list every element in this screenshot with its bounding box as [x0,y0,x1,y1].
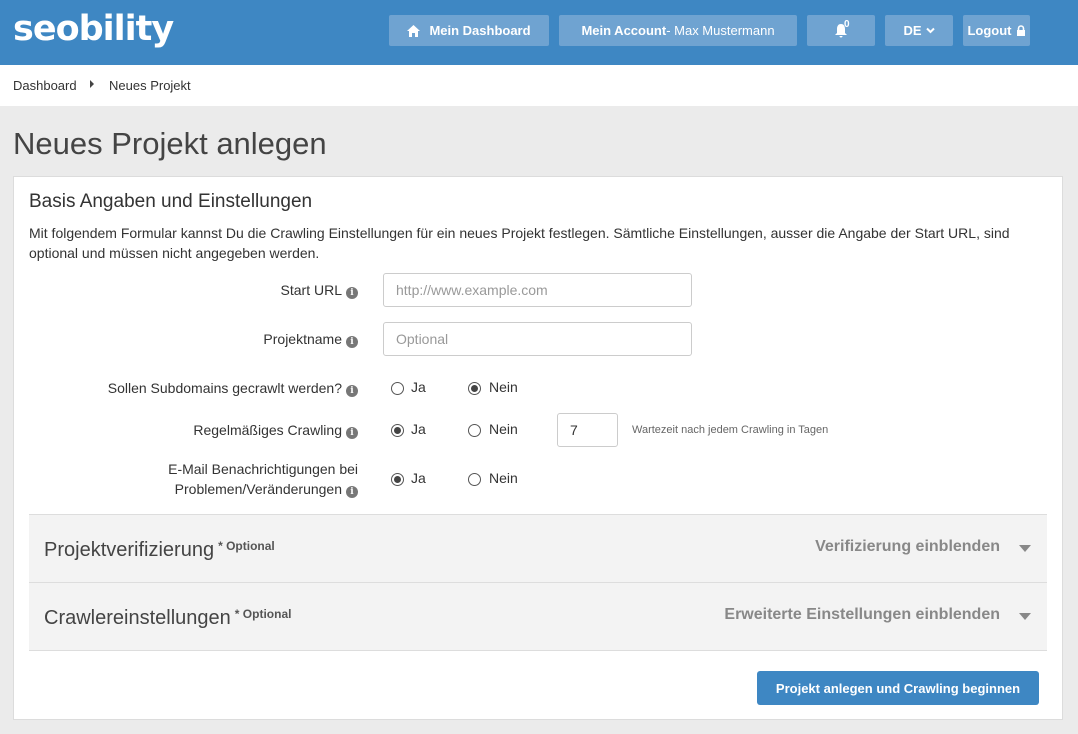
regular-crawling-no-radio[interactable] [468,424,481,437]
section-title: Basis Angaben und Einstellungen [29,191,313,212]
email-notifications-yes-label[interactable]: Ja [411,470,426,486]
regular-crawling-yes-label[interactable]: Ja [411,421,426,437]
dashboard-button-label: Mein Dashboard [429,23,531,38]
caret-down-icon[interactable] [1019,545,1031,552]
email-notifications-no-radio[interactable] [468,473,481,486]
regular-crawling-yes-radio[interactable] [391,424,404,437]
form-description: Mit folgendem Formular kannst Du die Cra… [29,225,1010,261]
crawler-settings-title-text: Crawlereinstellungen [44,607,231,629]
optional-tag: * Optional [234,607,292,621]
start-url-label-text: Start URL [280,282,342,298]
info-icon[interactable]: i [346,385,358,397]
info-icon[interactable]: i [346,486,358,498]
subdomains-label-text: Sollen Subdomains gecrawlt werden? [107,380,342,396]
email-notifications-label-line2: Problemen/Veränderungen [174,481,342,497]
start-url-label: Start URL i [281,280,358,300]
regular-crawling-no-label[interactable]: Nein [489,421,518,437]
breadcrumb-dashboard-link[interactable]: Dashboard [13,78,77,93]
logout-label: Logout [967,23,1012,38]
show-advanced-settings-toggle[interactable]: Erweiterte Einstellungen einblenden [724,606,1000,624]
account-button-label: Mein Account [581,23,667,38]
info-icon[interactable]: i [346,336,358,348]
show-verification-toggle[interactable]: Verifizierung einblenden [815,538,1000,556]
seobility-logo[interactable]: seobility [13,9,174,49]
subdomains-yes-label[interactable]: Ja [411,379,426,395]
optional-tag: * Optional [218,539,275,553]
email-notifications-label: E-Mail Benachrichtigungen bei Problemen/… [168,459,358,499]
breadcrumb-separator-icon [90,80,94,88]
language-select[interactable]: DE [885,15,953,46]
dashboard-button[interactable]: Mein Dashboard [389,15,549,46]
lock-icon [1016,25,1025,36]
project-name-label-text: Projektname [263,331,342,347]
account-user-name: - Max Mustermann [666,23,775,38]
breadcrumb-current: Neues Projekt [109,78,191,93]
divider [29,650,1047,651]
verification-panel-title: Projektverifizierung * Optional [44,539,275,562]
email-notifications-yes-radio[interactable] [391,473,404,486]
subdomains-label: Sollen Subdomains gecrawlt werden? i [108,378,358,398]
crawl-interval-hint: Wartezeit nach jedem Crawling in Tagen [632,424,829,436]
subdomains-yes-radio[interactable] [391,382,404,395]
notifications-button[interactable]: 0 [807,15,875,46]
create-project-submit-button[interactable]: Projekt anlegen und Crawling beginnen [757,671,1039,705]
info-icon[interactable]: i [346,287,358,299]
regular-crawling-label: Regelmäßiges Crawling i [193,420,358,440]
project-name-label: Projektname i [263,329,358,349]
project-name-input[interactable] [383,322,692,356]
caret-down-icon[interactable] [1019,613,1031,620]
start-url-input[interactable] [383,273,692,307]
subdomains-no-label[interactable]: Nein [489,379,518,395]
email-notifications-label-line1: E-Mail Benachrichtigungen bei [168,461,358,477]
email-notifications-no-label[interactable]: Nein [489,470,518,486]
language-label: DE [903,23,922,38]
info-icon[interactable]: i [346,427,358,439]
crawl-interval-days-input[interactable] [557,413,618,447]
account-button[interactable]: Mein Account - Max Mustermann [559,15,797,46]
notification-count-badge: 0 [844,19,850,30]
home-icon [407,24,421,37]
page-title: Neues Projekt anlegen [13,126,327,161]
crawler-settings-panel-title: Crawlereinstellungen * Optional [44,607,291,630]
subdomains-no-radio[interactable] [468,382,481,395]
verification-panel[interactable]: Projektverifizierung * Optional Verifizie… [29,514,1047,582]
regular-crawling-label-text: Regelmäßiges Crawling [193,422,342,438]
crawler-settings-panel[interactable]: Crawlereinstellungen * Optional Erweitert… [29,582,1047,650]
chevron-down-icon [925,27,935,34]
logout-button[interactable]: Logout [963,15,1030,46]
verification-title-text: Projektverifizierung [44,539,215,561]
